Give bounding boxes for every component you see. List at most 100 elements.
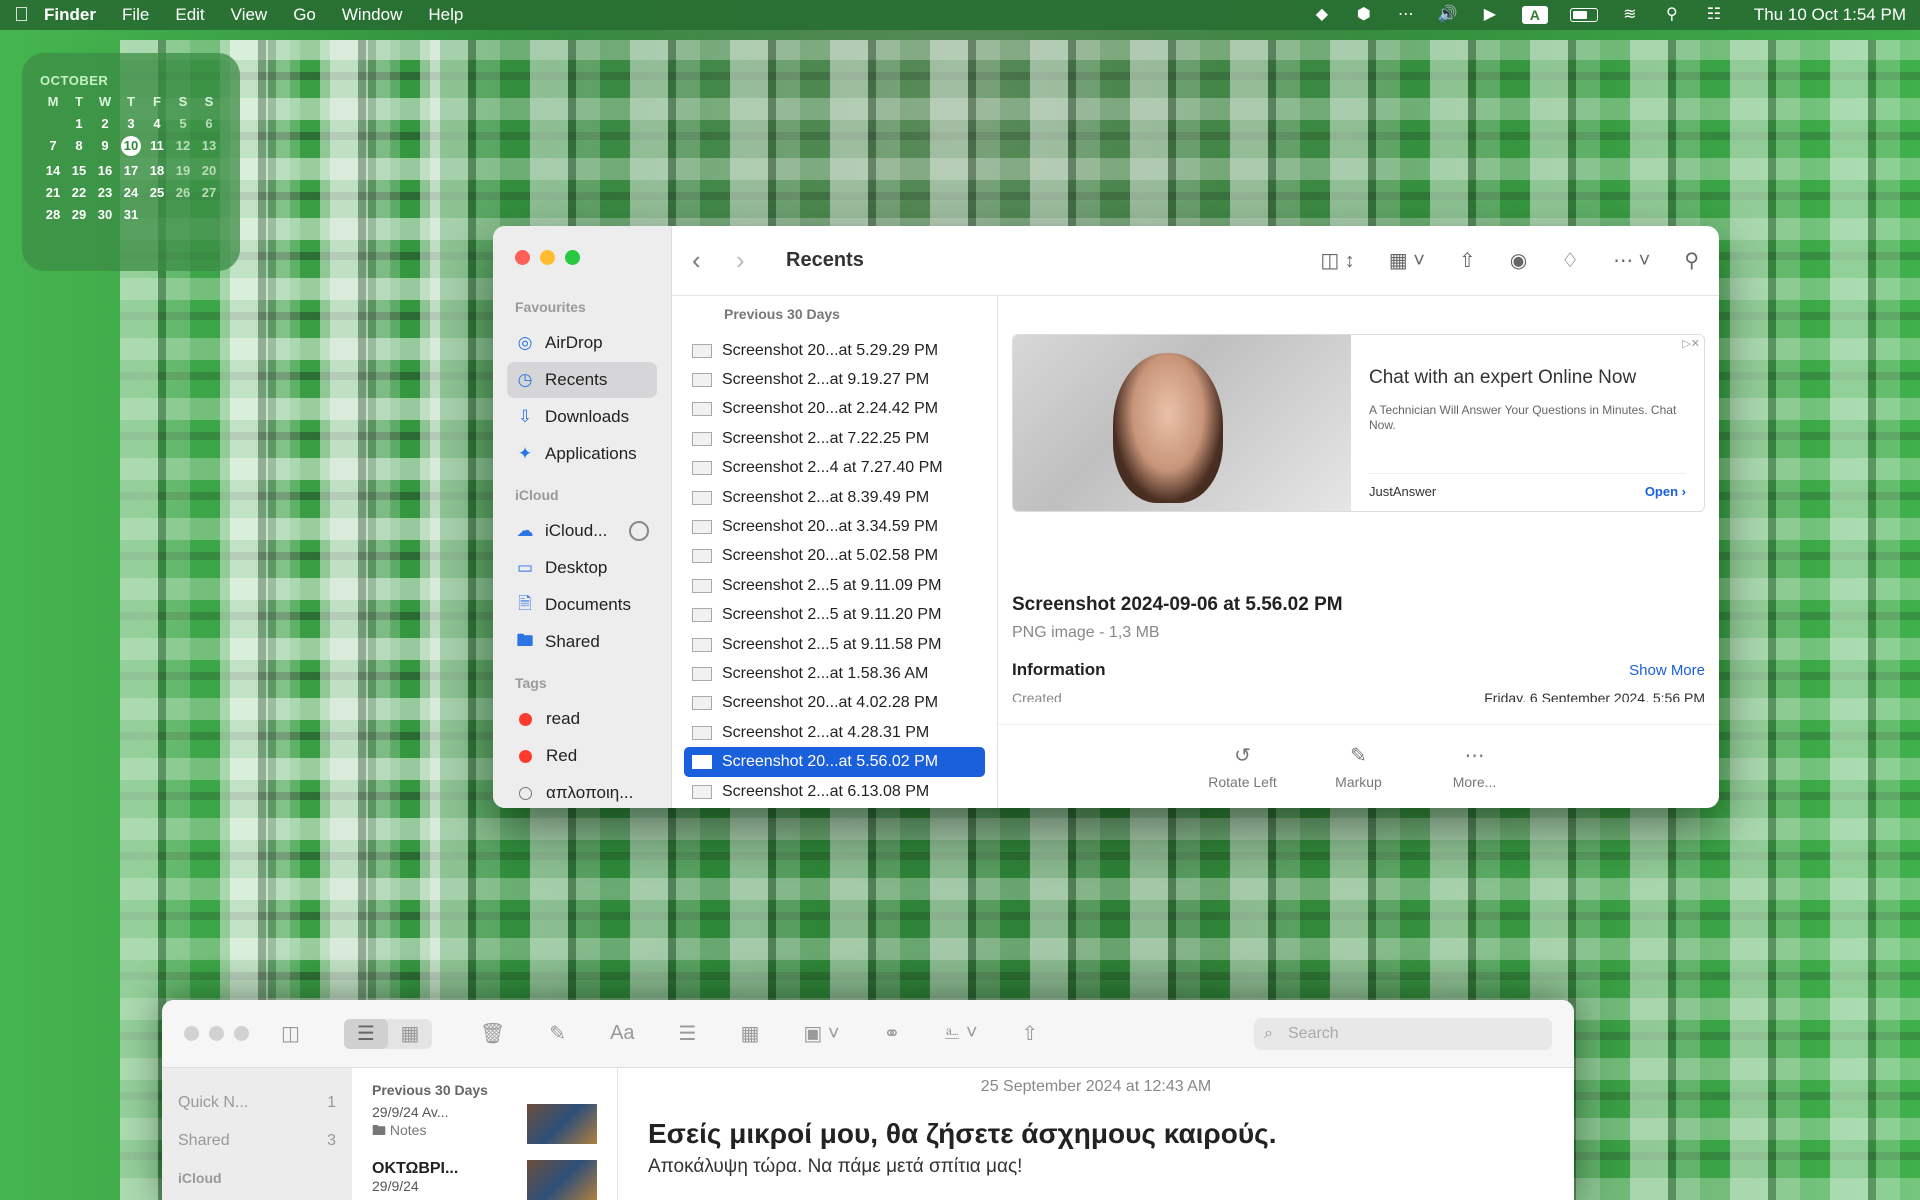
forward-button[interactable]: › [736, 245, 766, 276]
hexagon-app-icon[interactable]: ⬢ [1354, 6, 1374, 24]
note-body[interactable]: Αποκάλυψη τώρα. Να πάμε μετά σπίτια μας! [648, 1156, 1544, 1178]
format-text-icon[interactable]: Aa [610, 1022, 634, 1045]
play-circle-icon[interactable]: ▶ [1480, 6, 1500, 24]
view-columns-icon[interactable]: ◫ ↕ [1320, 248, 1354, 273]
file-row[interactable]: Screenshot 2...4 at 7.27.40 PM [684, 454, 985, 483]
apple-menu-icon[interactable]:  [14, 4, 44, 27]
wifi-icon[interactable]: ≋ [1620, 6, 1640, 24]
notes-search-input[interactable]: Search [1254, 1017, 1552, 1050]
rotate-left-button[interactable]: ↺ Rotate Left [1203, 743, 1283, 790]
calendar-grid: M T W T F S S 1 2 3 4 5 6 7 8 9 10 11 12 13 14 15 16 17 18 19 20 21… [40, 94, 222, 222]
preview-file-name: Screenshot 2024-09-06 at 5.56.02 PM [1012, 594, 1343, 615]
list-view-icon[interactable]: ☰ [343, 1018, 388, 1049]
calendar-widget[interactable]: OCTOBER M T W T F S S 1 2 3 4 5 6 7 8 9 10 11 12 13 14 15 16 17… [22, 53, 240, 271]
notes-zoom-button[interactable] [234, 1026, 249, 1041]
file-row[interactable]: Screenshot 20...at 5.02.58 PM [684, 542, 985, 571]
folder-shared[interactable]: Shared 3 [178, 1122, 336, 1160]
lock-icon[interactable]: ⎁ ˅ [944, 1022, 977, 1045]
file-row[interactable]: Screenshot 2...at 6.13.08 PM [684, 777, 985, 806]
sidebar-item-icloud-drive[interactable]: ☁ iCloud... [507, 513, 657, 549]
file-row[interactable]: Screenshot 2...at 4.28.31 PM [684, 718, 985, 747]
volume-icon[interactable]: 🔊 [1438, 6, 1458, 24]
sidebar-tag-read[interactable]: read [507, 701, 657, 737]
notes-sidebar: Quick N... 1 Shared 3 iCloud [162, 1068, 352, 1200]
file-row[interactable]: Screenshot 2...at 8.39.49 PM [684, 483, 985, 512]
group-icon[interactable]: ▦ ˅ [1389, 248, 1425, 273]
menu-file[interactable]: File [122, 5, 149, 25]
file-row[interactable]: Screenshot 2...at 7.22.25 PM [684, 424, 985, 453]
sidebar-item-documents[interactable]: 🗎 Documents [507, 587, 657, 623]
more-actions-icon[interactable]: ⋯ ˅ [1613, 248, 1650, 273]
file-row[interactable]: Screenshot 2...at 9.19.27 PM [684, 365, 985, 394]
show-more-link[interactable]: Show More [1629, 662, 1705, 679]
sidebar-item-airdrop[interactable]: ◎ AirDrop [507, 325, 657, 361]
sidebar-item-recents[interactable]: ◷ Recents [507, 362, 657, 398]
sidebar-tag-custom[interactable]: απλοποιη... [507, 775, 657, 808]
file-name: Screenshot 20...at 5.02.58 PM [722, 547, 939, 565]
note-editor[interactable]: 25 September 2024 at 12:43 AM Εσείς μικρ… [618, 1068, 1574, 1200]
sidebar-item-downloads[interactable]: ⇩ Downloads [507, 399, 657, 435]
delete-icon[interactable]: 🗑 [480, 1021, 505, 1046]
vpn-dots-icon[interactable]: ⋯ [1396, 6, 1416, 24]
control-center-icon[interactable]: ☷ [1704, 6, 1724, 24]
sidebar-item-desktop[interactable]: ▭ Desktop [507, 550, 657, 586]
sidebar-item-applications[interactable]: ✦ Applications [507, 436, 657, 472]
more-button[interactable]: ⋯ More... [1435, 743, 1515, 790]
menu-view[interactable]: View [231, 5, 268, 25]
list-item[interactable]: ΟΚΤΩΒΡΙ... 29/9/24 [372, 1160, 597, 1200]
file-name: Screenshot 20...at 3.34.59 PM [722, 518, 939, 536]
menu-window[interactable]: Window [342, 5, 402, 25]
menu-edit[interactable]: Edit [175, 5, 204, 25]
close-button[interactable] [515, 250, 530, 265]
file-row[interactable]: Screenshot 20...at 2.24.42 PM [684, 395, 985, 424]
file-row[interactable]: Screenshot 20...at 5.29.29 PM [684, 336, 985, 365]
file-row[interactable]: Screenshot 20...at 4.02.28 PM [684, 689, 985, 718]
notes-close-button[interactable] [184, 1026, 199, 1041]
collaborate-icon[interactable]: ⚭ [884, 1021, 901, 1046]
file-row[interactable]: Screenshot 20...at 5.56.02 PM [684, 747, 985, 777]
spotlight-search-icon[interactable]: ⚲ [1662, 6, 1682, 24]
file-row[interactable]: Screenshot 20...at 3.34.59 PM [684, 512, 985, 541]
share-icon[interactable]: ⇧ [1459, 248, 1476, 273]
calendar-day: 22 [71, 185, 87, 200]
compose-icon[interactable]: ✎ [549, 1021, 566, 1046]
media-icon[interactable]: ▣ ˅ [803, 1021, 839, 1046]
sidebar-item-shared[interactable]: 🖿 Shared [507, 624, 657, 660]
share-icon[interactable]: ⇧ [1022, 1021, 1039, 1046]
menu-app-finder[interactable]: Finder [44, 5, 96, 25]
tag-icon[interactable]: ♢ [1561, 248, 1579, 273]
calendar-day [170, 207, 196, 222]
toggle-sidebar-icon[interactable]: ◫ [281, 1021, 300, 1046]
folder-quick-notes[interactable]: Quick N... 1 [178, 1084, 336, 1122]
notes-minimize-button[interactable] [209, 1026, 224, 1041]
file-row[interactable]: Screenshot 2...5 at 9.11.09 PM [684, 571, 985, 600]
checklist-icon[interactable]: ☰ [679, 1021, 697, 1046]
finder-main: ‹ › Recents ◫ ↕ ▦ ˅ ⇧ ◉ ♢ ⋯ ˅ ⚲ Previous… [672, 226, 1719, 808]
search-icon[interactable]: ⚲ [1684, 248, 1699, 273]
menu-clock[interactable]: Thu 10 Oct 1:54 PM [1754, 5, 1906, 25]
file-row[interactable]: Screenshot 2...at 1.58.36 AM [684, 659, 985, 688]
file-row[interactable]: Screenshot 2...5 at 9.11.20 PM [684, 601, 985, 630]
note-title[interactable]: Εσείς μικροί μου, θα ζήσετε άσχημους και… [648, 1118, 1544, 1150]
sidebar-tag-red[interactable]: Red [507, 738, 657, 774]
notes-toolbar: ◫ ☰ ▦ 🗑 ✎ Aa ☰ ▦ ▣ ˅ ⚭ ⎁ ˅ ⇧ Search [162, 1000, 1574, 1068]
table-icon[interactable]: ▦ [740, 1021, 759, 1046]
calendar-day: 6 [205, 116, 213, 131]
list-item[interactable]: 29/9/24 Av... 🖿 Notes [372, 1104, 597, 1160]
diamond-app-icon[interactable]: ◆ [1312, 6, 1332, 24]
zoom-button[interactable] [565, 250, 580, 265]
battery-icon[interactable] [1569, 8, 1598, 22]
input-source-icon[interactable]: A [1521, 6, 1548, 24]
notes-window: ◫ ☰ ▦ 🗑 ✎ Aa ☰ ▦ ▣ ˅ ⚭ ⎁ ˅ ⇧ Search Quic… [162, 1000, 1574, 1200]
back-button[interactable]: ‹ [692, 245, 722, 276]
minimize-button[interactable] [540, 250, 555, 265]
menu-help[interactable]: Help [428, 5, 463, 25]
menu-go[interactable]: Go [293, 5, 316, 25]
markup-button[interactable]: ✎ Markup [1319, 743, 1399, 790]
quick-look-eye-icon[interactable]: ◉ [1510, 248, 1527, 273]
gallery-view-icon[interactable]: ▦ [388, 1019, 432, 1049]
file-name: Screenshot 20...at 2.24.42 PM [722, 400, 939, 418]
file-row[interactable]: Screenshot 2...5 at 9.11.58 PM [684, 630, 985, 659]
ad-photo [1013, 335, 1351, 511]
calendar-day: 9 [101, 138, 109, 153]
